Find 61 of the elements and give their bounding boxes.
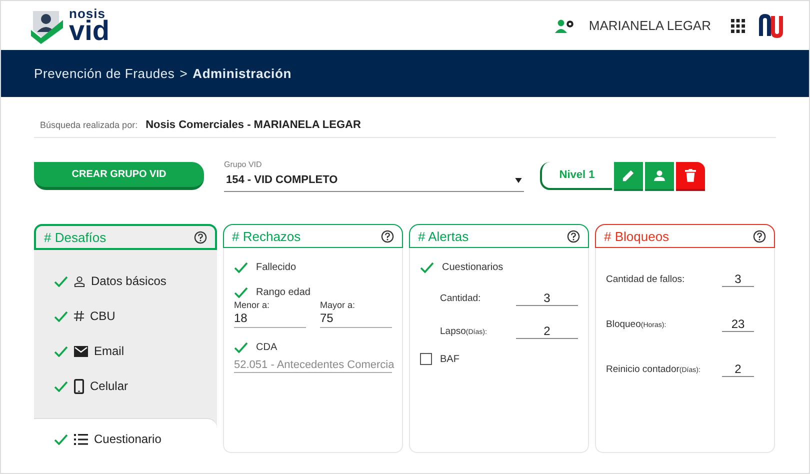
hash-icon (74, 311, 84, 322)
panel-title: # Desafíos (44, 230, 106, 244)
user-name[interactable]: MARIANELA LEGAR (588, 18, 711, 33)
option-label: BAF (440, 354, 460, 365)
field-label: Cantidad: (440, 293, 481, 304)
help-icon[interactable] (194, 230, 207, 244)
pencil-icon (622, 168, 635, 182)
input-field[interactable]: 2 (722, 362, 754, 377)
mail-icon (74, 346, 88, 357)
delete-button[interactable] (676, 162, 705, 190)
input-field[interactable]: 3 (722, 272, 754, 287)
input-field[interactable]: 18 (234, 310, 306, 328)
select-field[interactable]: 52.051 - Antecedentes Comercia (234, 355, 392, 373)
apps-grid-icon[interactable] (731, 18, 745, 32)
breadcrumb-link[interactable]: Prevención de Fraudes (34, 66, 175, 81)
check-icon[interactable] (420, 262, 434, 273)
panel-header[interactable]: # Bloqueos (595, 224, 775, 248)
help-icon[interactable] (753, 230, 766, 242)
caret-icon (515, 178, 522, 182)
person-icon (654, 170, 665, 180)
list-icon (74, 434, 88, 445)
challenge-item[interactable]: Datos básicos (34, 264, 217, 299)
help-icon[interactable] (567, 230, 580, 242)
option-label: Fallecido (256, 262, 296, 273)
brand-logo-icon (759, 14, 783, 38)
check-icon[interactable] (234, 342, 248, 353)
input-field[interactable]: 23 (722, 317, 754, 332)
breadcrumb-current: Administración (192, 66, 292, 81)
user-button[interactable] (645, 162, 674, 190)
option-label: CDA (256, 342, 278, 353)
group-select-label: Grupo VID (224, 160, 263, 169)
check-icon[interactable] (234, 262, 248, 273)
search-info-value: Nosis Comerciales - MARIANELA LEGAR (146, 119, 361, 131)
person-icon (74, 276, 85, 287)
challenge-item[interactable]: Cuestionario (34, 418, 217, 460)
edit-button[interactable] (614, 162, 643, 190)
check-icon[interactable] (234, 287, 248, 298)
logo-wordmark: nosis (69, 8, 106, 20)
field-label: Cantidad de fallos: (606, 274, 685, 285)
user-settings-icon[interactable] (554, 18, 575, 34)
input-field[interactable]: 3 (516, 291, 578, 306)
help-icon[interactable] (381, 230, 394, 242)
challenge-item[interactable]: Celular (34, 368, 217, 404)
option-label: Rango edad (256, 287, 310, 298)
challenge-item[interactable]: CBU (34, 298, 217, 334)
field-label: Mayor a: (320, 300, 356, 310)
field-label: Menor a: (234, 300, 271, 310)
option-label: Cuestionarios (442, 262, 504, 273)
panel-title: # Rechazos (232, 228, 301, 244)
input-field[interactable]: 2 (516, 324, 578, 339)
search-info-label: Búsqueda realizada por: (40, 120, 138, 130)
panel-title: # Alertas (418, 228, 469, 244)
group-select[interactable]: 154 - VID COMPLETO (224, 172, 524, 192)
logo-wordmark: vid (69, 19, 110, 43)
breadcrumb-separator: > (180, 66, 188, 81)
checkbox[interactable] (420, 353, 432, 365)
trash-icon (685, 168, 696, 182)
phone-icon (74, 378, 84, 394)
panel-title: # Bloqueos (604, 228, 670, 244)
input-field[interactable]: 75 (320, 310, 392, 328)
challenge-item[interactable]: Email (34, 334, 217, 369)
